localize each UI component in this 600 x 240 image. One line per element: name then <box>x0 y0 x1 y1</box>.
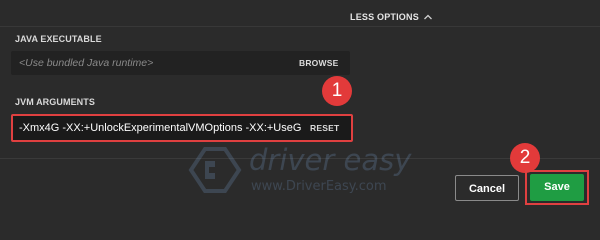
save-button[interactable]: Save <box>530 174 584 201</box>
jvm-arguments-value[interactable]: -Xmx4G -XX:+UnlockExperimentalVMOptions … <box>19 116 301 140</box>
step-2-badge: 2 <box>510 143 540 173</box>
chevron-up-icon <box>423 12 433 22</box>
watermark: driver easy www.DriverEasy.com <box>185 143 415 203</box>
browse-button[interactable]: BROWSE <box>299 51 338 75</box>
reset-button[interactable]: RESET <box>310 116 339 140</box>
java-executable-field[interactable]: <Use bundled Java runtime> BROWSE <box>11 51 350 75</box>
watermark-url: www.DriverEasy.com <box>251 179 387 194</box>
top-divider <box>0 26 600 27</box>
java-executable-placeholder: <Use bundled Java runtime> <box>19 57 154 69</box>
less-options-label: LESS OPTIONS <box>350 12 419 22</box>
watermark-brand: driver easy <box>249 143 412 177</box>
java-executable-label: JAVA EXECUTABLE <box>15 34 102 44</box>
jvm-arguments-input[interactable]: -Xmx4G -XX:+UnlockExperimentalVMOptions … <box>11 114 353 142</box>
cancel-button[interactable]: Cancel <box>455 175 519 201</box>
step-1-badge: 1 <box>322 76 352 106</box>
driver-easy-logo-icon <box>185 145 243 195</box>
jvm-arguments-label: JVM ARGUMENTS <box>15 97 95 107</box>
less-options-toggle[interactable]: LESS OPTIONS <box>350 8 470 26</box>
